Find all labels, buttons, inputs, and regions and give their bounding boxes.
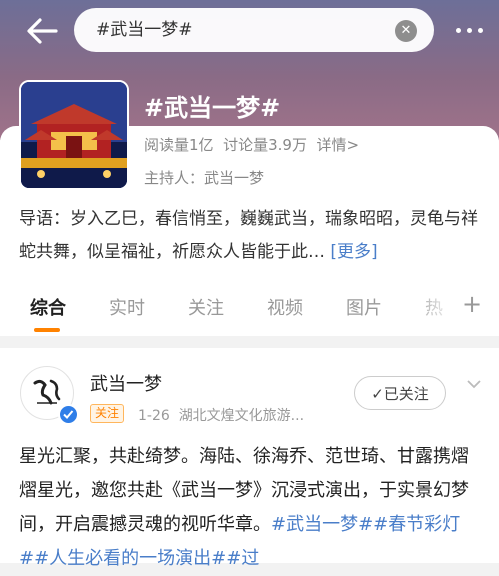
followed-button[interactable]: ✓已关注	[354, 376, 446, 410]
intro-more-link[interactable]: [更多]	[330, 242, 377, 262]
follow-tag: 关注	[90, 404, 125, 423]
topic-host: 主持人：武当一梦	[144, 169, 265, 187]
post-card: 武当一梦 关注 1-26 湖北文煌文化旅游... ✓已关注 星光汇聚，共赴绮梦。…	[0, 348, 499, 569]
intro-text: 导语：岁入乙巳，春信悄至，巍巍武当，瑞象昭昭，灵龟与祥蛇共舞，似呈福祉，祈愿众人…	[19, 209, 478, 262]
verified-icon	[58, 404, 79, 425]
topic-stats: 阅读量1亿 讨论量3.9万 详情>	[144, 134, 359, 155]
post-meta: 1-26 湖北文煌文化旅游...	[138, 405, 304, 425]
check-icon: ✓	[371, 385, 384, 403]
tab-bar: 综合 实时 关注 视频 图片 热 +	[0, 290, 499, 336]
tab-comprehensive[interactable]: 综合	[30, 294, 66, 320]
tab-active-indicator	[34, 328, 60, 332]
discussion-count: 讨论量3.9万	[223, 136, 307, 154]
search-input[interactable]	[74, 8, 434, 52]
back-arrow-icon[interactable]	[22, 14, 62, 48]
plus-icon[interactable]: +	[462, 290, 482, 318]
tab-following[interactable]: 关注	[188, 294, 224, 320]
topic-title: #武当一梦#	[144, 94, 281, 122]
more-icon[interactable]	[450, 16, 490, 44]
followed-label: 已关注	[383, 385, 429, 403]
detail-link[interactable]: 详情>	[317, 136, 360, 154]
post-date: 1-26	[138, 408, 170, 424]
read-count: 阅读量1亿	[144, 136, 214, 154]
tab-images[interactable]: 图片	[346, 294, 382, 320]
tab-fade	[408, 290, 458, 330]
tab-realtime[interactable]: 实时	[109, 294, 145, 320]
topic-intro: 导语：岁入乙巳，春信悄至，巍巍武当，瑞象昭昭，灵龟与祥蛇共舞，似呈福祉，祈愿众人…	[19, 203, 484, 269]
post-author[interactable]: 武当一梦	[90, 370, 162, 396]
clear-icon[interactable]: ✕	[395, 20, 417, 42]
tab-video[interactable]: 视频	[267, 294, 303, 320]
post-source: 湖北文煌文化旅游...	[178, 408, 305, 424]
chevron-down-icon[interactable]	[466, 376, 482, 392]
topic-image[interactable]	[19, 80, 129, 190]
post-text: 星光汇聚，共赴绮梦。海陆、徐海乔、范世琦、甘露携熠熠星光，邀您共赴《武当一梦》沉…	[19, 440, 484, 576]
